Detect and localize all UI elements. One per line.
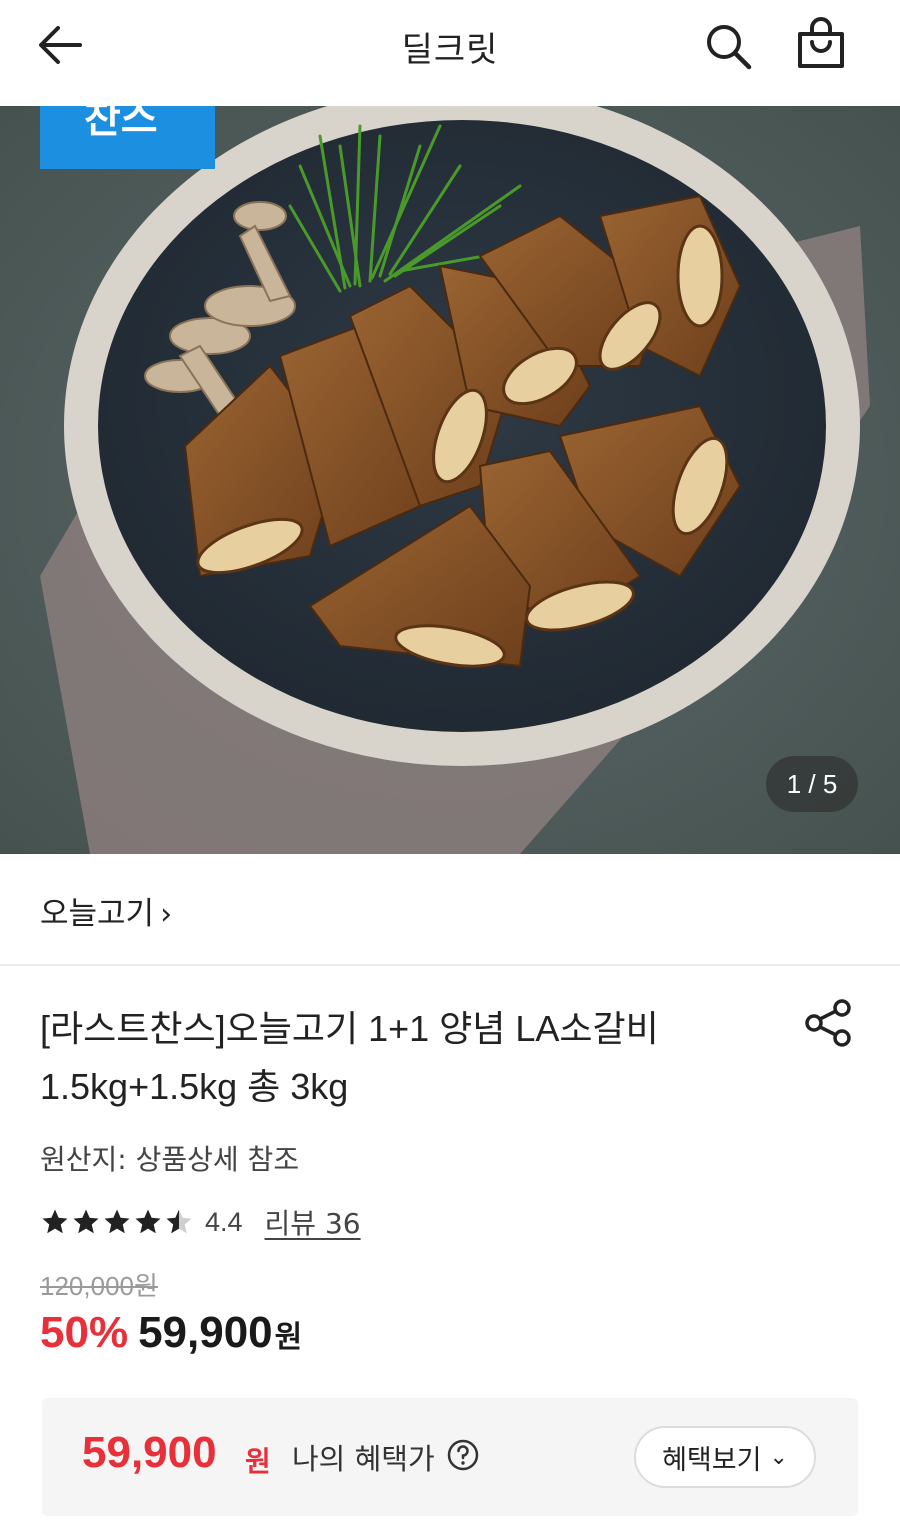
discount-rate: 50% xyxy=(40,1308,129,1357)
store-name: 오늘고기 xyxy=(40,896,155,932)
rating-row: 4.4 리뷰 36 xyxy=(40,1204,361,1240)
benefit-price: 59,900 xyxy=(82,1428,217,1477)
promo-badge-text: 찬스 xyxy=(84,106,158,142)
rating-score: 4.4 xyxy=(205,1206,243,1237)
share-icon[interactable] xyxy=(802,998,856,1048)
currency-label: 원 xyxy=(274,1320,303,1355)
star-half-icon xyxy=(166,1209,192,1234)
section-divider xyxy=(0,964,900,966)
sale-price-row: 50% 59,900 원 xyxy=(40,1308,302,1358)
star-rating xyxy=(40,1207,195,1237)
benefit-label: 나의 혜택가 xyxy=(292,1442,435,1476)
product-photo xyxy=(0,106,900,854)
page-title: 딜크릿 xyxy=(401,30,499,70)
star-icon xyxy=(104,1209,130,1234)
product-title: [라스트찬스]오늘고기 1+1 양념 LA소갈비 1.5kg+1.5kg 총 3… xyxy=(40,1000,780,1116)
view-benefits-button[interactable]: 혜택보기 ⌄ xyxy=(634,1426,816,1488)
product-title-line1: [라스트찬스]오늘고기 1+1 양념 LA소갈비 xyxy=(40,1008,659,1049)
promo-badge: 찬스 xyxy=(40,106,215,169)
star-icon xyxy=(42,1209,68,1234)
image-page-indicator: 1 / 5 xyxy=(766,756,858,812)
origin-info: 원산지: 상품상세 참조 xyxy=(40,1143,300,1176)
chevron-down-icon: ⌄ xyxy=(769,1444,788,1470)
original-price: 120,000원 xyxy=(40,1271,158,1301)
top-app-bar: 딜크릿 xyxy=(0,0,900,106)
star-icon xyxy=(73,1209,99,1234)
search-icon[interactable] xyxy=(700,18,756,74)
benefit-price-box: 59,900 원 나의 혜택가 혜택보기 ⌄ xyxy=(42,1398,858,1516)
store-link[interactable]: 오늘고기 › xyxy=(40,888,172,933)
product-image-carousel[interactable]: 찬스 1 / 5 xyxy=(0,106,900,854)
sale-price: 59,900 xyxy=(138,1308,273,1357)
star-icon xyxy=(135,1209,161,1234)
shopping-bag-icon[interactable] xyxy=(792,16,850,74)
question-circle-icon[interactable] xyxy=(446,1438,480,1472)
chevron-right-icon: › xyxy=(160,897,173,932)
product-title-line2: 1.5kg+1.5kg 총 3kg xyxy=(40,1066,349,1107)
review-link[interactable]: 리뷰 36 xyxy=(265,1202,361,1242)
benefit-currency: 원 xyxy=(245,1445,271,1478)
view-benefits-label: 혜택보기 xyxy=(662,1444,762,1476)
